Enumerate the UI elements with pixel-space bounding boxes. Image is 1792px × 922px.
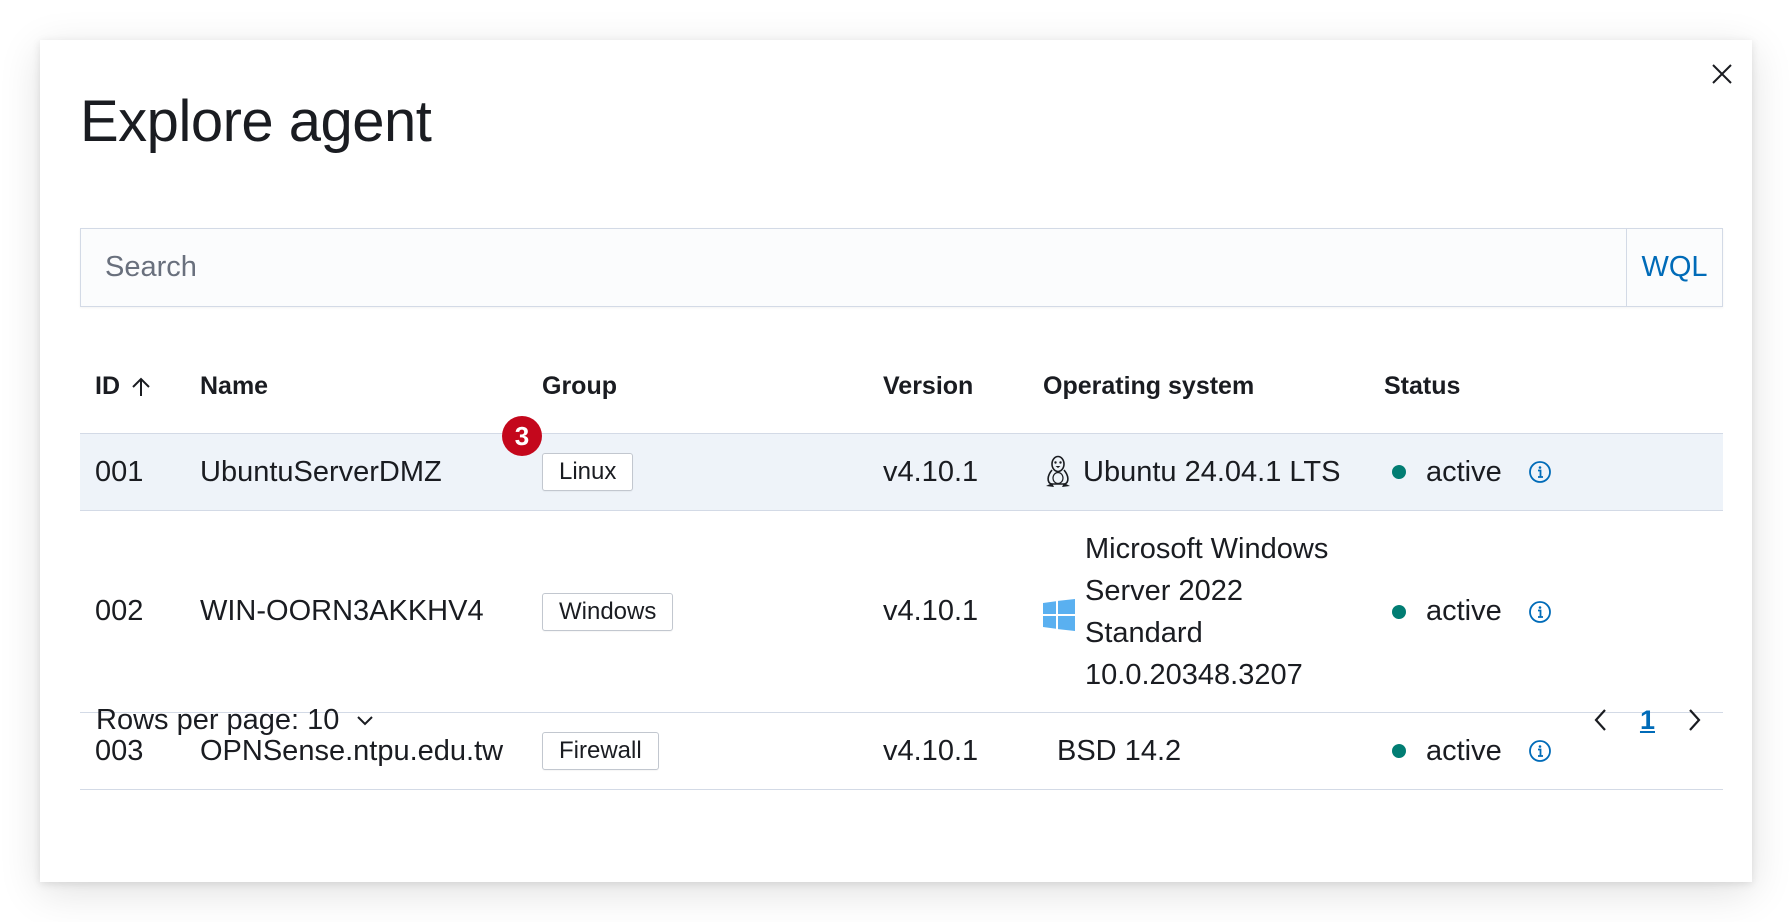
- group-badge[interactable]: Linux: [542, 453, 634, 491]
- rows-per-page-label: Rows per page: 10: [96, 703, 340, 736]
- status-dot: [1392, 465, 1406, 479]
- column-header-group[interactable]: Group: [542, 372, 883, 401]
- page-number[interactable]: 1: [1622, 705, 1673, 736]
- search-bar: WQL: [80, 228, 1723, 307]
- table-row[interactable]: 001 UbuntuServerDMZ Linux v4.10.1 Ubuntu…: [80, 416, 1723, 511]
- agent-version: v4.10.1: [883, 595, 979, 627]
- notification-badge: 3: [502, 416, 542, 456]
- column-header-status[interactable]: Status: [1384, 372, 1723, 401]
- status-text: active: [1426, 595, 1502, 627]
- table-footer: Rows per page: 10 1: [80, 680, 1723, 760]
- agent-version: v4.10.1: [883, 455, 979, 488]
- status-dot: [1392, 604, 1406, 619]
- agent-id: 001: [95, 455, 144, 488]
- column-header-os[interactable]: Operating system: [1043, 372, 1384, 401]
- previous-page-button[interactable]: [1580, 707, 1622, 733]
- column-header-id[interactable]: ID: [80, 372, 200, 401]
- status-text: active: [1426, 455, 1502, 488]
- chevron-down-icon: [357, 716, 374, 726]
- os-name: Ubuntu 24.04.1 LTS: [1083, 455, 1341, 488]
- agent-id: 002: [95, 595, 144, 627]
- windows-icon: [1043, 598, 1075, 631]
- pagination: 1: [1580, 705, 1723, 736]
- column-header-name[interactable]: Name: [200, 372, 542, 401]
- explore-agent-modal: Explore agent WQL ID Name Group Version …: [40, 40, 1752, 882]
- agent-name: WIN-OORN3AKKHV4: [200, 595, 484, 627]
- info-icon[interactable]: [1528, 460, 1552, 484]
- column-header-version[interactable]: Version: [883, 372, 1043, 401]
- search-input[interactable]: [81, 229, 1626, 306]
- agent-name: UbuntuServerDMZ: [200, 455, 442, 488]
- sort-ascending-icon: [132, 377, 150, 396]
- linux-tux-icon: [1046, 455, 1070, 487]
- wql-button[interactable]: WQL: [1626, 229, 1722, 306]
- close-button[interactable]: [1702, 54, 1742, 94]
- group-badge[interactable]: Windows: [542, 592, 674, 631]
- next-page-button[interactable]: [1673, 707, 1715, 733]
- chevron-left-icon: [1594, 709, 1606, 731]
- info-icon[interactable]: [1528, 600, 1552, 624]
- rows-per-page-dropdown[interactable]: Rows per page: 10: [80, 704, 375, 737]
- table-header: ID Name Group Version Operating system S…: [80, 340, 1723, 434]
- close-icon: [1712, 64, 1732, 84]
- os-name: Microsoft Windows Server 2022 Standard 1…: [1085, 532, 1329, 691]
- modal-title: Explore agent: [80, 89, 432, 154]
- chevron-right-icon: [1689, 709, 1701, 731]
